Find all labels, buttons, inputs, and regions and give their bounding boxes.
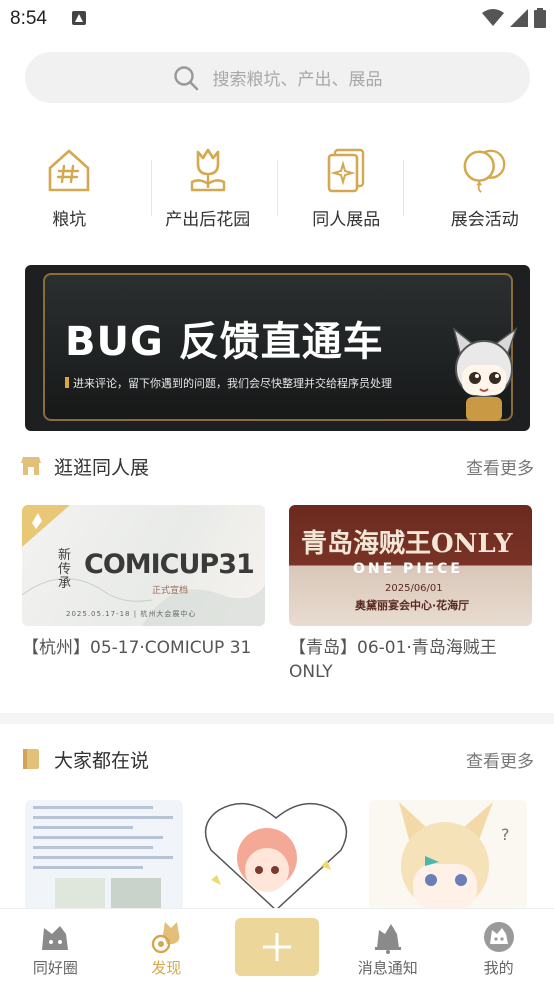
search-icon xyxy=(173,65,198,90)
category-label: 展会活动 xyxy=(450,210,519,230)
post-illustration-image xyxy=(204,802,348,910)
discussion-post-illustration[interactable]: ? xyxy=(369,800,527,910)
search-placeholder: 搜索粮坑、产出、展品 xyxy=(212,70,383,90)
bell-cat-icon xyxy=(370,919,406,955)
balloons-icon xyxy=(460,145,510,195)
post-screenshot-image xyxy=(25,800,183,910)
category-label: 产出后花园 xyxy=(165,210,251,230)
expo-poster-onepiece: 青岛海贼王ONLY ONE PIECE 2025/06/01 奥黛丽宴会中心·花… xyxy=(289,505,532,626)
svg-text:?: ? xyxy=(501,825,510,844)
discover-cat-icon xyxy=(148,919,184,955)
house-hash-icon xyxy=(44,145,94,195)
tulip-icon xyxy=(183,145,233,195)
expo-caption: 【杭州】05-17·COMICUP 31 xyxy=(22,638,252,658)
section-title: 逛逛同人展 xyxy=(54,456,150,479)
discuss-section-header: 大家都在说 查看更多 xyxy=(20,744,534,774)
nav-label: 我的 xyxy=(483,959,514,977)
discussion-post-list: ? xyxy=(25,800,554,910)
category-output-garden[interactable]: 产出后花园 xyxy=(139,145,278,235)
nav-label: 同好圈 xyxy=(32,959,78,977)
create-post-button[interactable] xyxy=(234,918,319,976)
nav-circle[interactable]: 同好圈 xyxy=(0,909,111,985)
expo-section-header: 逛逛同人展 查看更多 xyxy=(20,451,534,481)
discussion-post-screenshot[interactable] xyxy=(25,800,183,910)
nav-label: 消息通知 xyxy=(357,959,418,977)
divider xyxy=(277,160,278,216)
view-more-link[interactable]: 查看更多 xyxy=(466,747,534,772)
banner-subtitle: 进来评论，留下你遇到的问题，我们会尽快整理并交给程序员处理 xyxy=(65,375,392,391)
poster-venue: 奥黛丽宴会中心·花海厅 xyxy=(355,599,470,612)
divider xyxy=(403,160,404,216)
nav-add xyxy=(222,909,333,985)
category-label: 粮坑 xyxy=(52,210,87,230)
poster-subtitle: ONE PIECE xyxy=(353,561,463,577)
section-title: 大家都在说 xyxy=(54,749,150,772)
divider xyxy=(151,160,152,216)
cellular-signal-icon xyxy=(510,9,528,27)
expo-card-list: 新传承 COMICUP31 正式宣档 2025.05.17-18 | 杭州大会展… xyxy=(22,505,532,684)
cat-head-icon xyxy=(37,919,73,955)
category-events[interactable]: 展会活动 xyxy=(416,145,554,235)
post-illustration-image: ? xyxy=(399,802,510,910)
poster-title: 青岛海贼王ONLY xyxy=(301,529,513,559)
status-icons xyxy=(482,8,546,28)
battery-icon xyxy=(534,8,546,28)
status-time: 8:54 xyxy=(10,8,47,29)
plus-icon xyxy=(262,933,291,961)
discussion-post-illustration[interactable] xyxy=(197,800,355,910)
nav-label: 发现 xyxy=(151,959,182,977)
expo-caption: 【青岛】06-01·青岛海贼王ONLY xyxy=(289,638,497,682)
poster-side-text: 新传承 xyxy=(58,548,72,591)
expo-card[interactable]: 青岛海贼王ONLY ONE PIECE 2025/06/01 奥黛丽宴会中心·花… xyxy=(289,505,532,684)
banner-title: BUG 反馈直通车 xyxy=(65,319,384,365)
view-more-link[interactable]: 查看更多 xyxy=(466,454,534,479)
category-liangkeng[interactable]: 粮坑 xyxy=(0,145,139,235)
expo-card[interactable]: 新传承 COMICUP31 正式宣档 2025.05.17-18 | 杭州大会展… xyxy=(22,505,265,684)
expo-poster-comicup: 新传承 COMICUP31 正式宣档 2025.05.17-18 | 杭州大会展… xyxy=(22,505,265,626)
section-separator xyxy=(0,713,554,724)
bottom-navigation: 同好圈 发现 消息通知 我的 xyxy=(0,908,554,985)
category-label: 同人展品 xyxy=(312,210,381,230)
nav-discover[interactable]: 发现 xyxy=(111,909,222,985)
poster-title: COMICUP31 xyxy=(84,549,255,580)
category-doujin-goods[interactable]: 同人展品 xyxy=(277,145,416,235)
book-icon xyxy=(23,749,39,769)
poster-date: 2025/06/01 xyxy=(385,583,443,594)
card-icon xyxy=(321,145,371,195)
status-bar: 8:54 xyxy=(0,0,554,40)
wifi-icon xyxy=(482,9,504,26)
mascot-illustration xyxy=(452,327,518,421)
bug-feedback-banner[interactable]: BUG 反馈直通车 进来评论，留下你遇到的问题，我们会尽快整理并交给程序员处理 xyxy=(25,265,530,431)
poster-date: 2025.05.17-18 | 杭州大会展中心 xyxy=(66,610,197,618)
search-bar[interactable]: 搜索粮坑、产出、展品 xyxy=(25,52,530,103)
poster-subtitle: 正式宣档 xyxy=(152,586,189,596)
shop-icon xyxy=(21,457,41,475)
nav-profile[interactable]: 我的 xyxy=(443,909,554,985)
profile-cat-icon xyxy=(481,919,517,955)
notification-app-icon xyxy=(72,11,86,25)
nav-notifications[interactable]: 消息通知 xyxy=(332,909,443,985)
